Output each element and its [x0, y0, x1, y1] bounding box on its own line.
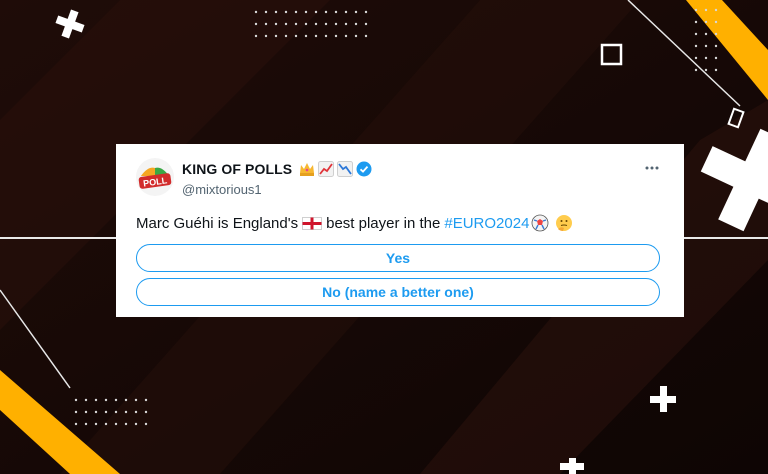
- tweet-text-part-2: best player in the: [326, 214, 441, 232]
- author-handle[interactable]: @mixtorious1: [182, 182, 262, 197]
- england-flag-icon: [302, 216, 323, 230]
- thinking-face-emoji: [556, 215, 573, 231]
- chart-increasing-emoji: [318, 161, 335, 177]
- crown-emoji: [300, 163, 315, 176]
- author-row: KING OF POLLS: [182, 161, 372, 177]
- football-emoji: [532, 214, 549, 232]
- verified-badge-icon: [356, 161, 372, 177]
- avatar[interactable]: POLL: [136, 158, 174, 196]
- more-options-icon[interactable]: [644, 164, 660, 172]
- tweet-text-part-1: Marc Guéhi is England's: [136, 214, 299, 232]
- display-name[interactable]: KING OF POLLS: [182, 161, 292, 177]
- tweet-text: Marc Guéhi is England's best player in t…: [136, 214, 573, 232]
- chart-decreasing-emoji: [337, 161, 354, 177]
- poll-option-no[interactable]: No (name a better one): [136, 278, 660, 306]
- tweet-card: POLL KING OF POLLS @mixtorious1 Marc Gué…: [116, 144, 684, 317]
- poll-option-yes[interactable]: Yes: [136, 244, 660, 272]
- hashtag-link[interactable]: #EURO2024: [444, 215, 529, 232]
